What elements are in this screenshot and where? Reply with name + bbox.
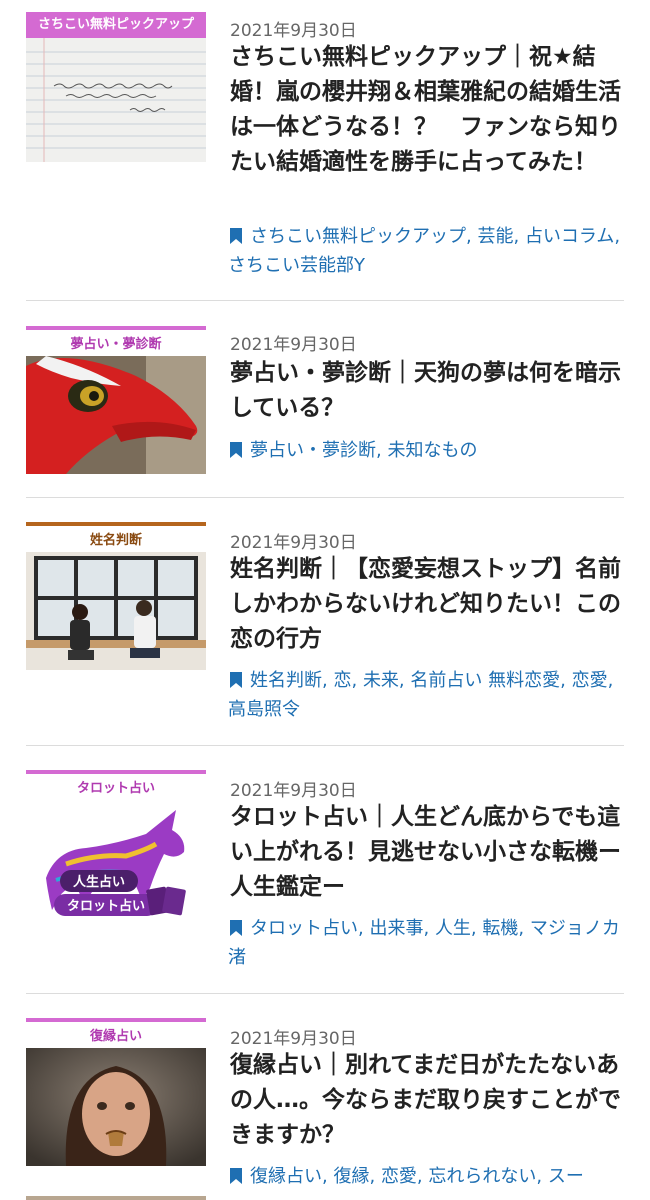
tag-link[interactable]: 占いコラム, xyxy=(525,226,620,247)
tag-link[interactable]: 復縁, xyxy=(333,1166,375,1187)
post-tags: タロット占い, 出来事, 人生, 転機, マジョノカ渚 xyxy=(228,914,628,972)
tag-link[interactable]: 出来事, xyxy=(369,918,429,939)
post-tags: 姓名判断, 恋, 未来, 名前占い 無料恋愛, 恋愛, 高島照令 xyxy=(228,666,628,724)
bookmark-icon xyxy=(230,442,242,458)
category-label: 姓名判断 xyxy=(26,522,206,552)
post-date: 2021年9月30日 xyxy=(230,533,357,553)
tag-link[interactable]: 恋愛, xyxy=(381,1166,423,1187)
tag-link[interactable]: 未来, xyxy=(363,670,405,691)
notebook-image xyxy=(26,38,206,162)
tag-link[interactable]: 姓名判断, xyxy=(250,670,328,691)
tag-link[interactable]: 未知なもの xyxy=(387,440,477,461)
bookmark-icon xyxy=(230,228,242,244)
post-thumbnail[interactable]: タロット占い 人生占い タロット占い xyxy=(26,770,206,918)
post-divider xyxy=(26,497,624,498)
couple-photo-image xyxy=(26,552,206,670)
tag-link[interactable]: さちこい芸能部Y xyxy=(228,255,365,276)
thumb-badge-text: タロット占い xyxy=(67,898,145,914)
post-title[interactable]: タロット占い｜人生どん底からでも這い上がれる！見逃せない小さな転機ー人生鑑定ー xyxy=(230,800,630,905)
post-thumbnail[interactable]: 復縁占い xyxy=(26,1018,206,1166)
tengu-mask-image xyxy=(26,356,206,474)
tag-link[interactable]: 人生, xyxy=(435,918,477,939)
tag-link[interactable]: タロット占い, xyxy=(250,918,364,939)
tag-link[interactable]: 高島照令 xyxy=(228,699,300,720)
post-date: 2021年9月30日 xyxy=(230,1029,357,1049)
post-thumbnail[interactable]: 姓名判断 xyxy=(26,522,206,670)
post-thumbnail[interactable]: さちこい無料ピックアップ xyxy=(26,12,206,162)
tag-link[interactable]: さちこい無料ピックアップ, xyxy=(250,226,472,247)
tag-link[interactable]: 芸能, xyxy=(477,226,519,247)
post-date: 2021年9月30日 xyxy=(230,335,357,355)
post-date: 2021年9月30日 xyxy=(230,781,357,801)
post-title[interactable]: 姓名判断｜【恋愛妄想ストップ】名前しかわからないけれど知りたい！この恋の行方 xyxy=(230,552,630,657)
tag-link[interactable]: スー xyxy=(548,1166,584,1187)
thumbnail-image xyxy=(26,38,206,162)
category-label: さちこい無料ピックアップ xyxy=(26,12,206,38)
category-label: タロット占い xyxy=(26,770,206,800)
post-tags: 夢占い・夢診断, 未知なもの xyxy=(228,436,628,465)
post-divider xyxy=(26,300,624,301)
tag-link[interactable]: 恋愛, xyxy=(572,670,614,691)
thumbnail-image: 人生占い タロット占い xyxy=(26,800,206,918)
category-label: 復縁占い xyxy=(26,1018,206,1048)
post-divider xyxy=(26,1196,206,1200)
bookmark-icon xyxy=(230,920,242,936)
tag-link[interactable]: 忘れられない, xyxy=(428,1166,542,1187)
post-date: 2021年9月30日 xyxy=(230,21,357,41)
bookmark-icon xyxy=(230,1168,242,1184)
post-title[interactable]: さちこい無料ピックアップ｜祝★結婚！嵐の櫻井翔＆相葉雅紀の結婚生活は一体どうなる… xyxy=(230,40,630,180)
post-title[interactable]: 復縁占い｜別れてまだ日がたたないあの人…。今ならまだ取り戻すことができますか？ xyxy=(230,1048,630,1153)
thumbnail-image xyxy=(26,356,206,474)
thumbnail-image xyxy=(26,1048,206,1166)
post-title[interactable]: 夢占い・夢診断｜天狗の夢は何を暗示している？ xyxy=(230,356,630,426)
girl-portrait-image xyxy=(26,1048,206,1166)
post-tags: さちこい無料ピックアップ, 芸能, 占いコラム, さちこい芸能部Y xyxy=(228,222,628,280)
tag-link[interactable]: 転機, xyxy=(482,918,524,939)
tag-link[interactable]: 名前占い 無料恋愛, xyxy=(410,670,565,691)
tag-link[interactable]: 復縁占い, xyxy=(250,1166,328,1187)
thumb-badge-text: 人生占い xyxy=(73,874,125,890)
bookmark-icon xyxy=(230,672,242,688)
tag-link[interactable]: 恋, xyxy=(333,670,357,691)
unicorn-image: 人生占い タロット占い xyxy=(26,800,206,918)
post-divider xyxy=(26,745,624,746)
thumbnail-image xyxy=(26,552,206,670)
post-divider xyxy=(26,993,624,994)
post-thumbnail[interactable]: 夢占い・夢診断 xyxy=(26,326,206,474)
tag-link[interactable]: 夢占い・夢診断, xyxy=(250,440,382,461)
category-label: 夢占い・夢診断 xyxy=(26,326,206,356)
post-tags: 復縁占い, 復縁, 恋愛, 忘れられない, スー xyxy=(228,1162,628,1200)
